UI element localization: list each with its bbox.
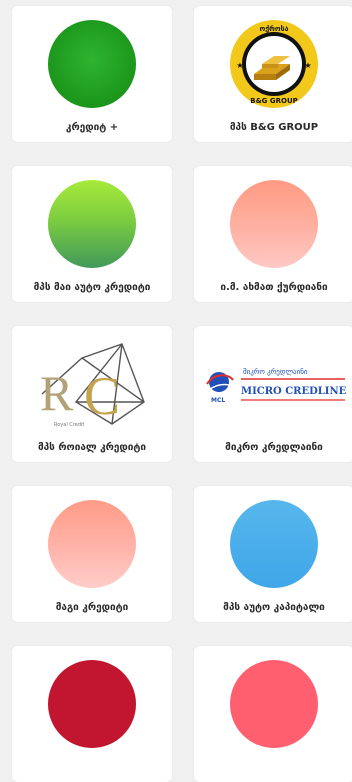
lender-card-kredit-plus[interactable]: კრედიტ + [12, 6, 172, 142]
lender-name: მპს B&G GROUP [229, 122, 319, 133]
lender-name: კრედიტ + [65, 122, 119, 133]
lender-card-magi-kredit[interactable]: მაგი კრედიტი [12, 486, 172, 622]
lender-card-akhmat-kurdiani[interactable]: ი.მ. ახმათ ქურდიანი [194, 166, 352, 302]
pink-circle-icon [230, 660, 318, 748]
lender-card-micro-credline[interactable]: MCL მიკრო კრედლაინი MICRO CREDLINE მიკრო… [194, 326, 352, 462]
salmon-circle-icon [230, 180, 318, 268]
svg-text:ოქროსა: ოქროსა [260, 25, 289, 33]
lender-card-bg-group[interactable]: ოქროსა B&G GROUP ★ ★ მპს B&G GROUP [194, 6, 352, 142]
blue-circle-icon [230, 500, 318, 588]
svg-text:MCL: MCL [211, 397, 225, 404]
lender-logo [12, 174, 172, 274]
svg-text:★: ★ [236, 61, 243, 70]
red-circle-icon [48, 660, 136, 748]
lender-card-partial-right[interactable] [194, 646, 352, 782]
svg-text:Royal Credit: Royal Credit [54, 422, 84, 428]
lender-logo [12, 14, 172, 114]
lender-grid: კრედიტ + ოქროსა B&G GROUP ★ ★ მპს B&G GR… [0, 0, 352, 782]
lender-name: მაგი კრედიტი [55, 602, 129, 613]
svg-text:B&G GROUP: B&G GROUP [250, 97, 298, 105]
svg-text:C: C [84, 366, 120, 426]
lender-name: მიკრო კრედლაინი [225, 442, 323, 453]
lender-logo [194, 654, 352, 754]
lime-gradient-circle-icon [48, 180, 136, 268]
lender-logo [194, 494, 352, 594]
lender-card-my-auto-kredit[interactable]: მპს მაი აუტო კრედიტი [12, 166, 172, 302]
lender-name: ი.მ. ახმათ ქურდიანი [220, 282, 328, 293]
lender-logo: R C Royal Credit [12, 334, 172, 434]
svg-text:MICRO CREDLINE: MICRO CREDLINE [241, 386, 347, 397]
lender-logo [194, 174, 352, 274]
svg-text:მიკრო კრედლაინი: მიკრო კრედლაინი [243, 367, 308, 376]
b-g-group-logo-icon: ოქროსა B&G GROUP ★ ★ [230, 20, 318, 108]
lender-card-partial-left[interactable] [12, 646, 172, 782]
peach-circle-icon [48, 500, 136, 588]
rc-logo-icon: R C Royal Credit [40, 343, 145, 428]
lender-name: მპს როიალ კრედიტი [37, 442, 147, 453]
lender-name: მპს მაი აუტო კრედიტი [33, 282, 151, 293]
lender-card-auto-kapitali[interactable]: მპს აუტო კაპიტალი [194, 486, 352, 622]
svg-text:R: R [40, 365, 74, 421]
lender-logo: MCL მიკრო კრედლაინი MICRO CREDLINE [194, 334, 352, 434]
lender-name: მპს აუტო კაპიტალი [223, 602, 325, 613]
svg-text:★: ★ [304, 61, 311, 70]
green-circle-icon [48, 20, 136, 108]
lender-logo [12, 654, 172, 754]
lender-logo: ოქროსა B&G GROUP ★ ★ [194, 14, 352, 114]
lender-card-royal-kredit[interactable]: R C Royal Credit მპს როიალ კრედიტი [12, 326, 172, 462]
micro-credline-logo-icon: MCL მიკრო კრედლაინი MICRO CREDLINE [206, 367, 347, 404]
lender-logo [12, 494, 172, 594]
